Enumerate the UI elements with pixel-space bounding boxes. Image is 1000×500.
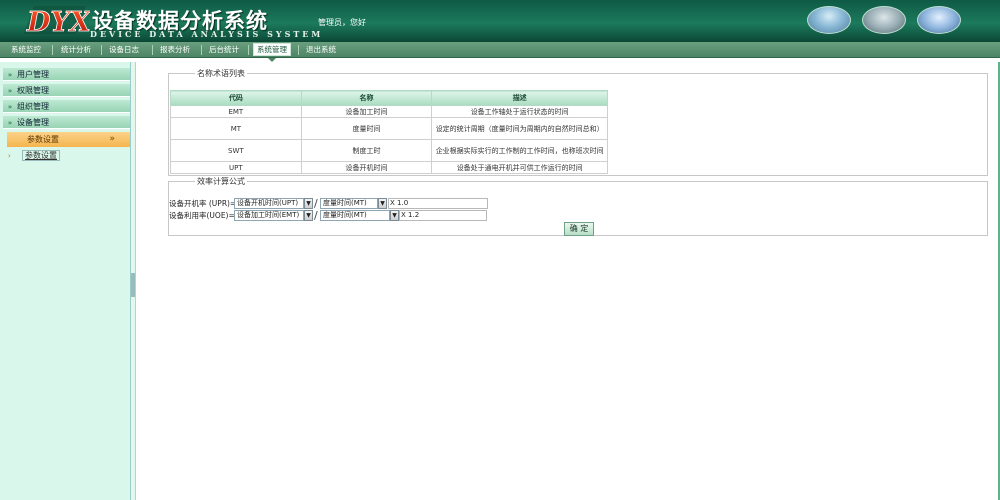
sidebar-item-label: 用户管理 (17, 70, 49, 79)
cell-name: 度量时间 (300, 117, 433, 140)
cell-name: 设备开机时间 (300, 161, 433, 174)
sidebar-item-label: 组织管理 (17, 102, 49, 111)
column-header-name: 名称 (300, 90, 433, 106)
sidebar-item-device-mgmt[interactable]: » 设备管理 (3, 116, 133, 129)
numerator-select[interactable]: 设备加工时间(EMT) (234, 210, 304, 221)
sidebar-item-org-mgmt[interactable]: » 组织管理 (3, 100, 133, 113)
user-greeting: 管理员，您好 (318, 18, 366, 27)
nav-item-report[interactable]: 报表分析 (157, 44, 193, 56)
table-row: EMT 设备加工时间 设备工作轴处于运行状态的时间 (170, 105, 608, 118)
column-header-description: 描述 (431, 90, 608, 106)
header-image-device (807, 6, 851, 34)
app-subtitle: DEVICE DATA ANALYSIS SYSTEM (90, 29, 324, 39)
double-chevron-right-icon: » (7, 119, 13, 127)
nav-separator (298, 45, 299, 55)
splitter-collapse-handle[interactable] (131, 273, 135, 297)
terms-section-title: 名称术语列表 (197, 69, 245, 78)
dyx-logo: DYX (24, 6, 90, 36)
cell-name: 制度工时 (300, 139, 433, 162)
dropdown-arrow-icon[interactable]: ▼ (378, 198, 387, 209)
sidebar-item-label: 权限管理 (17, 86, 49, 95)
cell-code: SWT (170, 139, 302, 162)
sidebar-item-user-mgmt[interactable]: » 用户管理 (3, 68, 133, 81)
terms-table: 代码 名称 描述 EMT 设备加工时间 设备工作轴处于运行状态的时间 MT 度量… (170, 90, 608, 174)
formula-row-uoe: 设备利用率(UOE)= 设备加工时间(EMT) ▼ / 度量时间(MT) ▼ X… (169, 210, 489, 222)
double-chevron-right-icon: » (109, 134, 115, 144)
sidebar-leaf-label: 参数设置 (22, 150, 60, 161)
table-row: MT 度量时间 设定的统计周期（度量时间为周期内的自然时间总和） (170, 117, 608, 140)
factor-input[interactable]: X 1.2 (399, 210, 487, 221)
formula-label: 设备开机率 (UPR)= (169, 199, 237, 208)
confirm-button[interactable]: 确 定 (564, 222, 594, 236)
nav-item-statistics[interactable]: 统计分析 (58, 44, 94, 56)
header-image-factory (862, 6, 906, 34)
double-chevron-right-icon: » (7, 103, 13, 111)
cell-code: UPT (170, 161, 302, 174)
table-row: UPT 设备开机时间 设备处于通电开机并可供工作运行的时间 (170, 161, 608, 174)
division-slash: / (314, 197, 318, 210)
table-row: SWT 制度工时 企业根据实际实行的工作制的工作时间，也称班次时间 (170, 139, 608, 162)
sidebar-item-label: 设备管理 (17, 118, 49, 127)
sidebar-item-permission-mgmt[interactable]: » 权限管理 (3, 84, 133, 97)
column-header-code: 代码 (170, 90, 302, 106)
cell-description: 企业根据实际实行的工作制的工作时间，也称班次时间 (431, 139, 608, 162)
formula-row-upr: 设备开机率 (UPR)= 设备开机时间(UPT) ▼ / 度量时间(MT) ▼ … (169, 198, 489, 210)
dropdown-arrow-icon[interactable]: ▼ (304, 210, 313, 221)
nav-item-logout[interactable]: 退出系统 (303, 44, 339, 56)
nav-separator (201, 45, 202, 55)
denominator-select[interactable]: 度量时间(MT) (320, 198, 378, 209)
double-chevron-right-icon: » (7, 87, 13, 95)
sidebar-group-parameter-settings[interactable]: 参数设置 » (7, 132, 133, 147)
cell-description: 设备处于通电开机并可供工作运行的时间 (431, 161, 608, 174)
sidebar-leaf-parameter-settings[interactable]: › 参数设置 (8, 150, 133, 161)
double-chevron-right-icon: » (7, 71, 13, 79)
nav-item-monitor[interactable]: 系统监控 (8, 44, 44, 56)
dropdown-arrow-icon[interactable]: ▼ (304, 198, 313, 209)
cell-name: 设备加工时间 (300, 105, 433, 118)
sidebar-group-label: 参数设置 (27, 135, 59, 144)
cell-description: 设备工作轴处于运行状态的时间 (431, 105, 608, 118)
top-nav: 系统监控 统计分析 设备日志 报表分析 后台统计 系统管理 退出系统 (0, 42, 1000, 58)
dropdown-arrow-icon[interactable]: ▼ (390, 210, 399, 221)
formula-label: 设备利用率(UOE)= (169, 211, 235, 220)
factor-input[interactable]: X 1.0 (388, 198, 488, 209)
numerator-select[interactable]: 设备开机时间(UPT) (234, 198, 304, 209)
nav-item-device-log[interactable]: 设备日志 (106, 44, 142, 56)
nav-separator (152, 45, 153, 55)
svg-text:DYX: DYX (26, 7, 90, 36)
table-header-row: 代码 名称 描述 (170, 90, 608, 106)
bullet-arrow-icon: › (8, 152, 11, 160)
nav-separator (248, 45, 249, 55)
cell-code: EMT (170, 105, 302, 118)
header-image-globe (917, 6, 961, 34)
nav-separator (101, 45, 102, 55)
nav-item-system-admin[interactable]: 系统管理 (253, 43, 291, 56)
formula-section-title: 效率计算公式 (197, 177, 245, 186)
denominator-select[interactable]: 度量时间(MT) (320, 210, 390, 221)
division-slash: / (314, 209, 318, 222)
cell-code: MT (170, 117, 302, 140)
nav-separator (52, 45, 53, 55)
app-header: DYX 设备数据分析系统 DEVICE DATA ANALYSIS SYSTEM… (0, 0, 1000, 42)
nav-item-backend-stats[interactable]: 后台统计 (206, 44, 242, 56)
cell-description: 设定的统计周期（度量时间为周期内的自然时间总和） (431, 117, 608, 140)
